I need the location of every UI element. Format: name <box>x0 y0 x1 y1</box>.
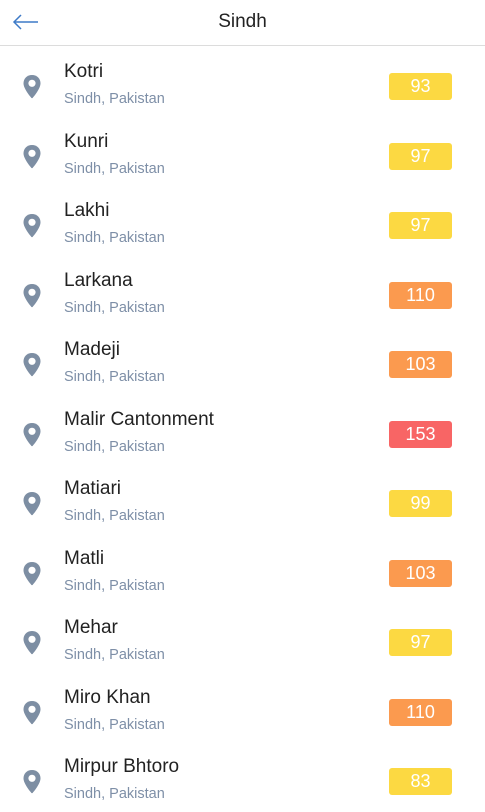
location-pin-icon <box>22 630 42 656</box>
location-region: Sindh, Pakistan <box>64 716 165 733</box>
location-pin-icon <box>22 213 42 239</box>
location-pin-icon <box>22 74 42 100</box>
aqi-badge: 83 <box>389 768 452 795</box>
location-region: Sindh, Pakistan <box>64 91 165 107</box>
location-pin-icon <box>22 561 42 587</box>
location-list: Kotri Sindh, Pakistan 93 Kunri Sindh, Pakist… <box>0 47 485 812</box>
location-row[interactable]: Kotri Sindh, Pakistan 93 <box>0 47 485 117</box>
aqi-badge: 97 <box>389 629 452 656</box>
aqi-badge: 103 <box>389 351 452 378</box>
location-region: Sindh, Pakistan <box>64 438 165 455</box>
location-region: Sindh, Pakistan <box>64 299 165 316</box>
location-pin-icon <box>22 700 42 726</box>
location-row[interactable]: Mirpur Bhtoro Sindh, Pakistan 83 <box>0 742 485 812</box>
location-name: Miro Khan <box>64 686 151 708</box>
location-name: Kotri <box>64 61 104 82</box>
location-region: Sindh, Pakistan <box>64 647 165 663</box>
location-pin-icon <box>22 144 42 170</box>
location-name: Mehar <box>64 617 118 638</box>
location-pin-icon <box>22 352 42 378</box>
aqi-badge: 110 <box>389 281 452 309</box>
location-row[interactable]: Miro Khan Sindh, Pakistan 110 <box>0 673 485 743</box>
location-name: Mirpur Bhtoro <box>64 756 180 777</box>
location-name: Matli <box>64 547 105 569</box>
aqi-badge: 103 <box>389 559 452 587</box>
location-pin-icon <box>22 422 42 448</box>
location-region: Sindh, Pakistan <box>64 577 165 594</box>
aqi-badge: 110 <box>389 698 452 726</box>
location-name: Lakhi <box>64 200 110 221</box>
page-title: Sindh <box>218 11 267 32</box>
aqi-badge: 93 <box>389 73 452 100</box>
location-row[interactable]: Lakhi Sindh, Pakistan 97 <box>0 186 485 256</box>
location-pin-icon <box>22 769 42 795</box>
location-name: Malir Cantonment <box>64 408 214 430</box>
location-region: Sindh, Pakistan <box>64 786 165 802</box>
location-name: Larkana <box>64 269 133 291</box>
aqi-badge: 153 <box>389 420 452 448</box>
location-row[interactable]: Madeji Sindh, Pakistan 103 <box>0 325 485 395</box>
location-row[interactable]: Malir Cantonment Sindh, Pakistan 153 <box>0 395 485 465</box>
location-pin-icon <box>22 491 42 517</box>
location-region: Sindh, Pakistan <box>64 508 165 524</box>
location-row[interactable]: Larkana Sindh, Pakistan 110 <box>0 256 485 326</box>
location-pin-icon <box>22 283 42 309</box>
aqi-badge: 99 <box>389 490 452 517</box>
aqi-badge: 97 <box>389 142 452 170</box>
aqi-badge: 97 <box>389 212 452 239</box>
location-row[interactable]: Matli Sindh, Pakistan 103 <box>0 534 485 604</box>
location-name: Matiari <box>64 478 122 499</box>
location-region: Sindh, Pakistan <box>64 230 165 246</box>
location-region: Sindh, Pakistan <box>64 160 165 177</box>
location-name: Madeji <box>64 339 120 360</box>
location-region: Sindh, Pakistan <box>64 369 165 385</box>
location-name: Kunri <box>64 130 109 152</box>
location-row[interactable]: Mehar Sindh, Pakistan 97 <box>0 603 485 673</box>
location-row[interactable]: Matiari Sindh, Pakistan 99 <box>0 464 485 534</box>
header-bar: Sindh <box>0 0 485 46</box>
location-row[interactable]: Kunri Sindh, Pakistan 97 <box>0 117 485 187</box>
